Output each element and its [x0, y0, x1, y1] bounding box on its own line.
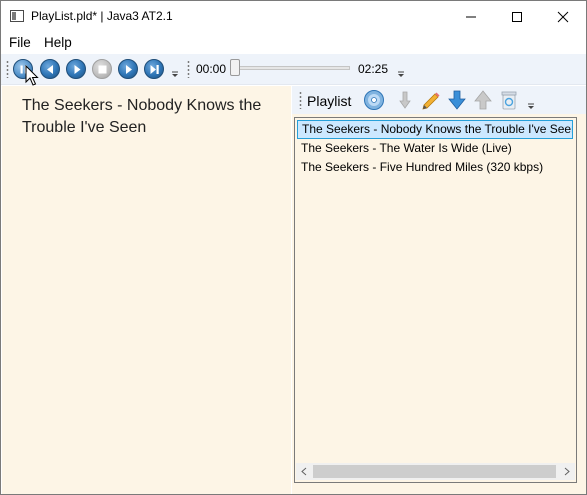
minimize-button[interactable] [448, 1, 494, 32]
playlist-item[interactable]: The Seekers - Five Hundred Miles (320 kb… [297, 158, 573, 177]
toolbar-overflow-icon-2[interactable] [397, 71, 405, 79]
app-window: PlayList.pld* | Java3 AT2.1 File Help 00… [0, 0, 587, 495]
skip-end-icon [150, 65, 159, 74]
seek-slider-track[interactable] [233, 66, 350, 70]
close-icon [557, 11, 569, 22]
toolbar-overflow-icon[interactable] [171, 71, 179, 79]
scroll-left-icon[interactable] [300, 467, 309, 476]
menu-file[interactable]: File [9, 35, 31, 50]
skip-end-button[interactable] [144, 59, 164, 79]
close-button[interactable] [540, 1, 586, 32]
play-button[interactable] [66, 59, 86, 79]
playlist-item[interactable]: The Seekers - The Water Is Wide (Live) [297, 139, 573, 158]
title-bar[interactable]: PlayList.pld* | Java3 AT2.1 [1, 1, 586, 32]
playlist-toolbar-grip[interactable] [299, 91, 302, 109]
menu-bar: File Help [1, 32, 586, 54]
current-time: 00:00 [196, 62, 227, 76]
playlist-item[interactable]: The Seekers - Nobody Knows the Trouble I… [297, 120, 573, 139]
move-down-icon[interactable] [446, 89, 468, 111]
move-up-icon[interactable] [472, 89, 494, 111]
window-title: PlayList.pld* | Java3 AT2.1 [31, 9, 173, 23]
now-playing-title: The Seekers - Nobody Knows the Trouble I… [22, 97, 262, 136]
minimize-icon [466, 16, 476, 17]
maximize-icon [512, 11, 522, 22]
total-time: 02:25 [358, 62, 389, 76]
recycle-bin-icon[interactable] [498, 89, 520, 111]
menu-help[interactable]: Help [44, 35, 72, 50]
cd-icon[interactable] [363, 89, 385, 111]
playlist-listbox[interactable]: The Seekers - Nobody Knows the Trouble I… [294, 117, 577, 483]
previous-icon [47, 65, 53, 74]
horizontal-scrollbar[interactable] [296, 463, 575, 480]
playlist-label: Playlist [307, 93, 352, 109]
toolbar-grip[interactable] [6, 60, 9, 78]
playlist-toolbar: Playlist [292, 86, 586, 114]
mouse-cursor-icon [25, 65, 39, 86]
seek-slider-thumb[interactable] [230, 59, 240, 76]
horizontal-scrollbar-thumb[interactable] [313, 465, 556, 478]
pencil-icon[interactable] [420, 89, 442, 111]
next-icon [126, 65, 132, 74]
stop-button[interactable] [92, 59, 112, 79]
app-icon [10, 10, 24, 22]
previous-button[interactable] [40, 59, 60, 79]
now-playing-panel: The Seekers - Nobody Knows the Trouble I… [2, 86, 291, 494]
playlist-toolbar-overflow-icon[interactable] [527, 103, 535, 111]
scroll-right-icon[interactable] [562, 467, 571, 476]
stop-icon [98, 65, 107, 74]
maximize-button[interactable] [494, 1, 540, 32]
toolbar-grip-2[interactable] [187, 60, 190, 78]
next-button[interactable] [118, 59, 138, 79]
play-icon [74, 65, 81, 74]
insert-icon[interactable] [395, 89, 417, 111]
